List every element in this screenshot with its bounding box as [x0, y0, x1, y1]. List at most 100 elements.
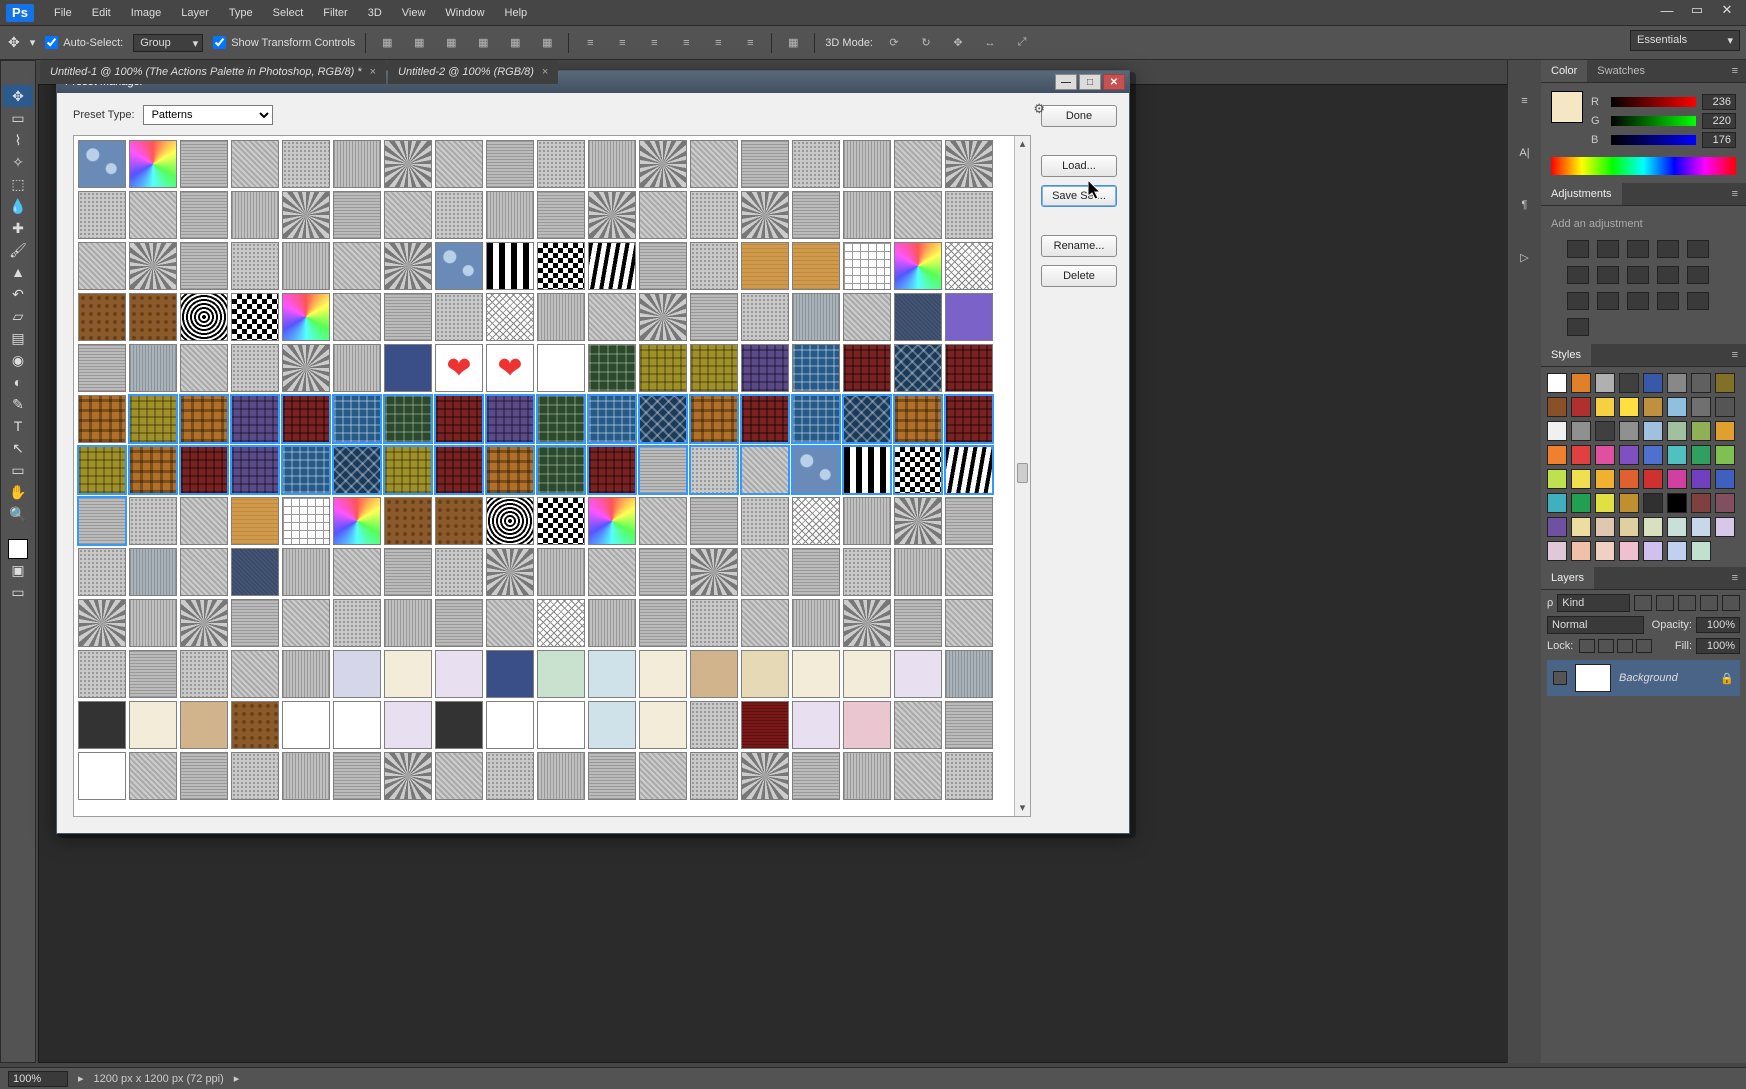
close-tab-icon[interactable]: × [542, 66, 548, 78]
pattern-swatch[interactable] [894, 548, 942, 596]
pattern-swatch[interactable] [690, 191, 738, 239]
dist-left-icon[interactable]: ≡ [675, 32, 697, 54]
style-swatch[interactable] [1547, 373, 1567, 393]
pattern-swatch[interactable] [333, 548, 381, 596]
pattern-swatch[interactable] [588, 497, 636, 545]
style-swatch[interactable] [1595, 421, 1615, 441]
quick-mask-icon[interactable]: ▣ [3, 559, 33, 581]
pattern-swatch[interactable] [384, 701, 432, 749]
pattern-swatch[interactable] [945, 395, 993, 443]
style-swatch[interactable] [1595, 469, 1615, 489]
dialog-close-button[interactable]: ✕ [1103, 74, 1125, 90]
path-tool[interactable]: ↖ [3, 437, 33, 459]
pattern-swatch[interactable] [690, 701, 738, 749]
style-swatch[interactable] [1547, 421, 1567, 441]
pattern-swatch[interactable] [129, 242, 177, 290]
style-swatch[interactable] [1595, 493, 1615, 513]
pattern-swatch[interactable] [435, 497, 483, 545]
pattern-swatch[interactable] [792, 191, 840, 239]
pattern-swatch[interactable] [741, 446, 789, 494]
panel-menu-icon[interactable]: ≡ [1724, 184, 1746, 204]
pattern-swatch[interactable] [486, 140, 534, 188]
pattern-swatch[interactable] [180, 548, 228, 596]
panel-menu-icon[interactable]: ≡ [1724, 568, 1746, 588]
pattern-swatch[interactable] [231, 497, 279, 545]
menu-view[interactable]: View [392, 3, 436, 23]
r-slider[interactable] [1611, 97, 1696, 107]
panel-menu-icon[interactable]: ≡ [1724, 61, 1746, 81]
pattern-swatch[interactable] [843, 344, 891, 392]
pattern-swatch[interactable] [792, 293, 840, 341]
delete-button[interactable]: Delete [1041, 265, 1117, 287]
pattern-swatch[interactable] [333, 497, 381, 545]
pattern-swatch[interactable] [486, 191, 534, 239]
style-swatch[interactable] [1619, 397, 1639, 417]
pattern-swatch[interactable] [588, 191, 636, 239]
zoom-level[interactable]: 100% [8, 1071, 68, 1087]
pattern-swatch[interactable] [78, 446, 126, 494]
pattern-swatch[interactable] [384, 140, 432, 188]
pattern-swatch[interactable] [231, 701, 279, 749]
pattern-swatch[interactable] [741, 191, 789, 239]
pattern-swatch[interactable] [741, 293, 789, 341]
menu-file[interactable]: File [44, 3, 82, 23]
paragraph-panel-icon[interactable]: ¶ [1514, 194, 1536, 216]
actions-panel-icon[interactable]: ▷ [1514, 246, 1536, 268]
pattern-swatch[interactable] [435, 242, 483, 290]
dist-mid-icon[interactable]: ≡ [611, 32, 633, 54]
scroll-up-icon[interactable]: ▴ [1015, 136, 1030, 152]
pattern-swatch[interactable] [537, 293, 585, 341]
filter-smart-icon[interactable] [1722, 595, 1740, 611]
pattern-swatch[interactable] [945, 701, 993, 749]
adjustment-icon[interactable] [1567, 240, 1589, 258]
pattern-swatch[interactable] [843, 395, 891, 443]
pattern-swatch[interactable] [384, 650, 432, 698]
character-panel-icon[interactable]: A| [1514, 142, 1536, 164]
pattern-swatch[interactable] [486, 293, 534, 341]
pattern-swatch[interactable] [741, 242, 789, 290]
pattern-swatch[interactable] [741, 395, 789, 443]
pattern-swatch[interactable] [129, 191, 177, 239]
gradient-tool[interactable]: ▤ [3, 327, 33, 349]
style-swatch[interactable] [1547, 397, 1567, 417]
style-swatch[interactable] [1643, 517, 1663, 537]
pattern-swatch[interactable] [741, 548, 789, 596]
filter-pixel-icon[interactable] [1634, 595, 1652, 611]
pattern-swatch[interactable] [231, 395, 279, 443]
style-swatch[interactable] [1691, 469, 1711, 489]
maximize-button[interactable]: ▭ [1682, 0, 1712, 20]
pattern-swatch[interactable] [843, 752, 891, 800]
pattern-swatch[interactable] [231, 599, 279, 647]
pattern-swatch[interactable] [333, 650, 381, 698]
dialog-minimize-button[interactable]: — [1055, 74, 1077, 90]
pattern-swatch[interactable] [435, 446, 483, 494]
pattern-swatch[interactable] [78, 599, 126, 647]
style-swatch[interactable] [1595, 397, 1615, 417]
blur-tool[interactable]: ◉ [3, 349, 33, 371]
style-swatch[interactable] [1691, 493, 1711, 513]
screen-mode-icon[interactable]: ▭ [3, 581, 33, 603]
pattern-swatch[interactable] [282, 293, 330, 341]
style-swatch[interactable] [1691, 397, 1711, 417]
3d-roll-icon[interactable]: ↻ [915, 32, 937, 54]
style-swatch[interactable] [1691, 541, 1711, 561]
pattern-swatch[interactable] [129, 446, 177, 494]
stamp-tool[interactable]: ▲ [3, 261, 33, 283]
pattern-swatch[interactable] [486, 497, 534, 545]
hand-tool[interactable]: ✋ [3, 481, 33, 503]
pattern-swatch[interactable] [282, 650, 330, 698]
pattern-swatch[interactable] [333, 242, 381, 290]
3d-slide-icon[interactable]: ↔ [979, 32, 1001, 54]
color-tab[interactable]: Color [1541, 60, 1587, 82]
gear-icon[interactable]: ⚙ [1033, 101, 1045, 117]
pattern-swatch[interactable] [588, 242, 636, 290]
pattern-swatch[interactable] [231, 140, 279, 188]
pattern-swatch[interactable] [894, 344, 942, 392]
style-swatch[interactable] [1595, 445, 1615, 465]
align-bottom-icon[interactable]: ▦ [536, 32, 558, 54]
style-swatch[interactable] [1715, 421, 1735, 441]
pattern-swatch[interactable] [129, 701, 177, 749]
pattern-swatch[interactable] [486, 548, 534, 596]
pattern-swatch[interactable] [843, 140, 891, 188]
style-swatch[interactable] [1619, 493, 1639, 513]
